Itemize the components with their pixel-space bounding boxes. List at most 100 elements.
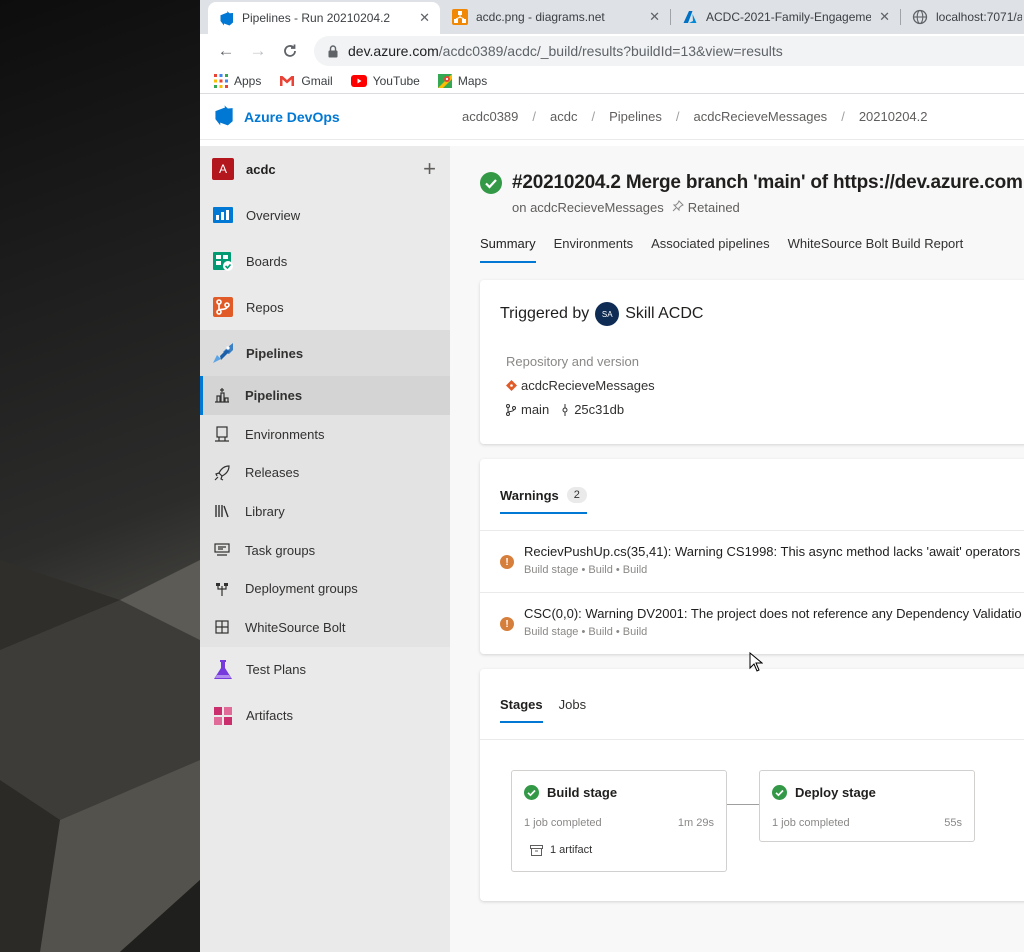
commit-link[interactable]: 25c31db — [561, 402, 624, 417]
sidebar-item-label: Boards — [246, 253, 288, 269]
close-tab-icon[interactable]: ✕ — [879, 9, 890, 25]
browser-tab-pipelines[interactable]: Pipelines - Run 20210204.2 ✕ — [208, 2, 440, 34]
run-title: #20210204.2 Merge branch 'main' of https… — [480, 172, 1023, 194]
ado-home-link[interactable]: Azure DevOps — [200, 104, 450, 129]
sidebar-item-artifacts[interactable]: Artifacts — [200, 693, 450, 739]
youtube-icon — [350, 74, 367, 87]
browser-tab-localhost[interactable]: localhost:7071/ap — [902, 0, 1024, 34]
project-avatar: A — [212, 158, 234, 180]
bookmark-gmail[interactable]: Gmail — [279, 73, 333, 88]
tab-environments[interactable]: Environments — [554, 236, 633, 263]
project-header[interactable]: A acdc + — [200, 146, 450, 192]
repo-meta: main 25c31db — [506, 402, 624, 417]
bookmark-maps[interactable]: Maps — [437, 73, 487, 88]
add-icon[interactable]: + — [423, 156, 436, 182]
artifacts-icon — [212, 705, 234, 727]
sidebar-subitem-library[interactable]: Library — [200, 492, 450, 531]
close-tab-icon[interactable]: ✕ — [419, 10, 430, 26]
run-title-text: #20210204.2 Merge branch 'main' of https… — [512, 172, 1023, 193]
success-check-icon — [480, 172, 502, 194]
breadcrumb-run[interactable]: 20210204.2 — [859, 109, 928, 124]
success-check-icon — [772, 785, 787, 800]
library-icon — [214, 503, 230, 519]
repos-icon — [212, 296, 234, 318]
warnings-label: Warnings — [500, 487, 559, 503]
run-pipeline-link[interactable]: on acdcRecieveMessages — [512, 200, 664, 215]
run-subtitle: on acdcRecieveMessages Retained — [512, 200, 740, 215]
breadcrumb-pipelines[interactable]: Pipelines — [609, 109, 662, 124]
sidebar-item-pipelines[interactable]: Pipelines — [200, 330, 450, 376]
sidebar-subitem-releases[interactable]: Releases — [200, 453, 450, 493]
whitesource-icon — [214, 619, 230, 635]
repo-link[interactable]: acdcRecieveMessages — [506, 378, 655, 393]
sidebar-subitem-label: Pipelines — [245, 387, 303, 403]
branch-link[interactable]: main — [506, 402, 549, 417]
bookmark-youtube[interactable]: YouTube — [350, 73, 420, 88]
artifact-link[interactable]: 1 artifact — [530, 844, 592, 856]
address-bar[interactable]: dev.azure.com/acdc0389/acdc/_build/resul… — [314, 36, 1024, 66]
stage-card-build[interactable]: Build stage 1 job completed 1m 29s 1 art… — [511, 770, 727, 872]
branch-name: main — [521, 402, 550, 417]
repo-version-label: Repository and version — [506, 354, 639, 369]
tab-whitesource-report[interactable]: WhiteSource Bolt Build Report — [788, 236, 964, 263]
stage-card-deploy[interactable]: Deploy stage 1 job completed 55s — [759, 770, 975, 842]
warning-icon: ! — [500, 555, 514, 569]
breadcrumb-separator: / — [675, 109, 680, 124]
test-plans-icon — [212, 659, 234, 681]
environments-icon — [214, 426, 230, 442]
sidebar-subitem-whitesource[interactable]: WhiteSource Bolt — [200, 608, 450, 647]
breadcrumb-separator: / — [532, 109, 537, 124]
sidebar-subitem-deployment-groups[interactable]: Deployment groups — [200, 569, 450, 609]
bookmarks-bar: Apps Gmail YouTube Maps — [200, 68, 1024, 94]
tab-jobs[interactable]: Jobs — [559, 697, 586, 723]
triggered-user: Skill ACDC — [625, 305, 704, 322]
stage-header: Deploy stage — [772, 785, 876, 800]
run-tabs: Summary Environments Associated pipeline… — [480, 236, 981, 263]
bookmark-label: YouTube — [372, 73, 420, 88]
reload-icon[interactable] — [276, 37, 304, 65]
stages-card: Stages Jobs Build stage 1 job completed … — [480, 669, 1024, 901]
sidebar-subitem-environments[interactable]: Environments — [200, 414, 450, 454]
sidebar-item-repos[interactable]: Repos — [200, 284, 450, 330]
artifact-icon — [530, 844, 543, 856]
sidebar-item-boards[interactable]: Boards — [200, 238, 450, 284]
azure-devops-icon — [218, 10, 234, 26]
artifact-count: 1 artifact — [550, 844, 593, 856]
branch-icon — [506, 403, 516, 416]
sidebar-item-overview[interactable]: Overview — [200, 192, 450, 238]
breadcrumb-project[interactable]: acdc — [550, 109, 577, 124]
stage-header: Build stage — [524, 785, 617, 800]
tab-strip: Pipelines - Run 20210204.2 ✕ acdc.png - … — [200, 0, 1024, 34]
bookmark-label: Gmail — [301, 73, 333, 88]
warning-message: CSC(0,0): Warning DV2001: The project do… — [524, 606, 1022, 621]
browser-tab-acdc[interactable]: ACDC-2021-Family-Engagement ✕ — [672, 0, 900, 34]
url-host: dev.azure.com — [348, 43, 439, 59]
sidebar-item-test-plans[interactable]: Test Plans — [200, 647, 450, 693]
warnings-tab[interactable]: Warnings 2 — [500, 487, 587, 514]
pipelines-sub-icon — [214, 387, 230, 403]
breadcrumb-pipeline[interactable]: acdcRecieveMessages — [694, 109, 828, 124]
tab-summary[interactable]: Summary — [480, 236, 536, 263]
warning-row[interactable]: ! RecievPushUp.cs(35,41): Warning CS1998… — [480, 530, 1024, 592]
git-repo-icon — [506, 380, 517, 391]
tab-separator — [670, 9, 671, 25]
tab-stages[interactable]: Stages — [500, 697, 543, 723]
maps-icon — [437, 73, 452, 88]
sidebar-subitem-task-groups[interactable]: Task groups — [200, 530, 450, 570]
sidebar-subitem-label: Library — [245, 503, 285, 519]
close-tab-icon[interactable]: ✕ — [649, 9, 660, 25]
globe-icon — [912, 9, 928, 25]
forward-arrow-icon[interactable]: → — [244, 37, 272, 65]
commit-icon — [562, 403, 568, 416]
boards-icon — [212, 250, 234, 272]
tab-associated-pipelines[interactable]: Associated pipelines — [651, 236, 770, 263]
bookmark-apps[interactable]: Apps — [214, 73, 261, 88]
breadcrumb-org[interactable]: acdc0389 — [462, 109, 518, 124]
sidebar-subitem-pipelines[interactable]: Pipelines — [200, 376, 450, 415]
warning-row[interactable]: ! CSC(0,0): Warning DV2001: The project … — [480, 592, 1024, 654]
browser-tab-diagrams[interactable]: acdc.png - diagrams.net ✕ — [442, 0, 670, 34]
product-name: Azure DevOps — [244, 108, 340, 125]
back-arrow-icon[interactable]: ← — [212, 37, 240, 65]
stage-status: 1 job completed — [772, 817, 850, 829]
pin-icon — [672, 200, 684, 215]
